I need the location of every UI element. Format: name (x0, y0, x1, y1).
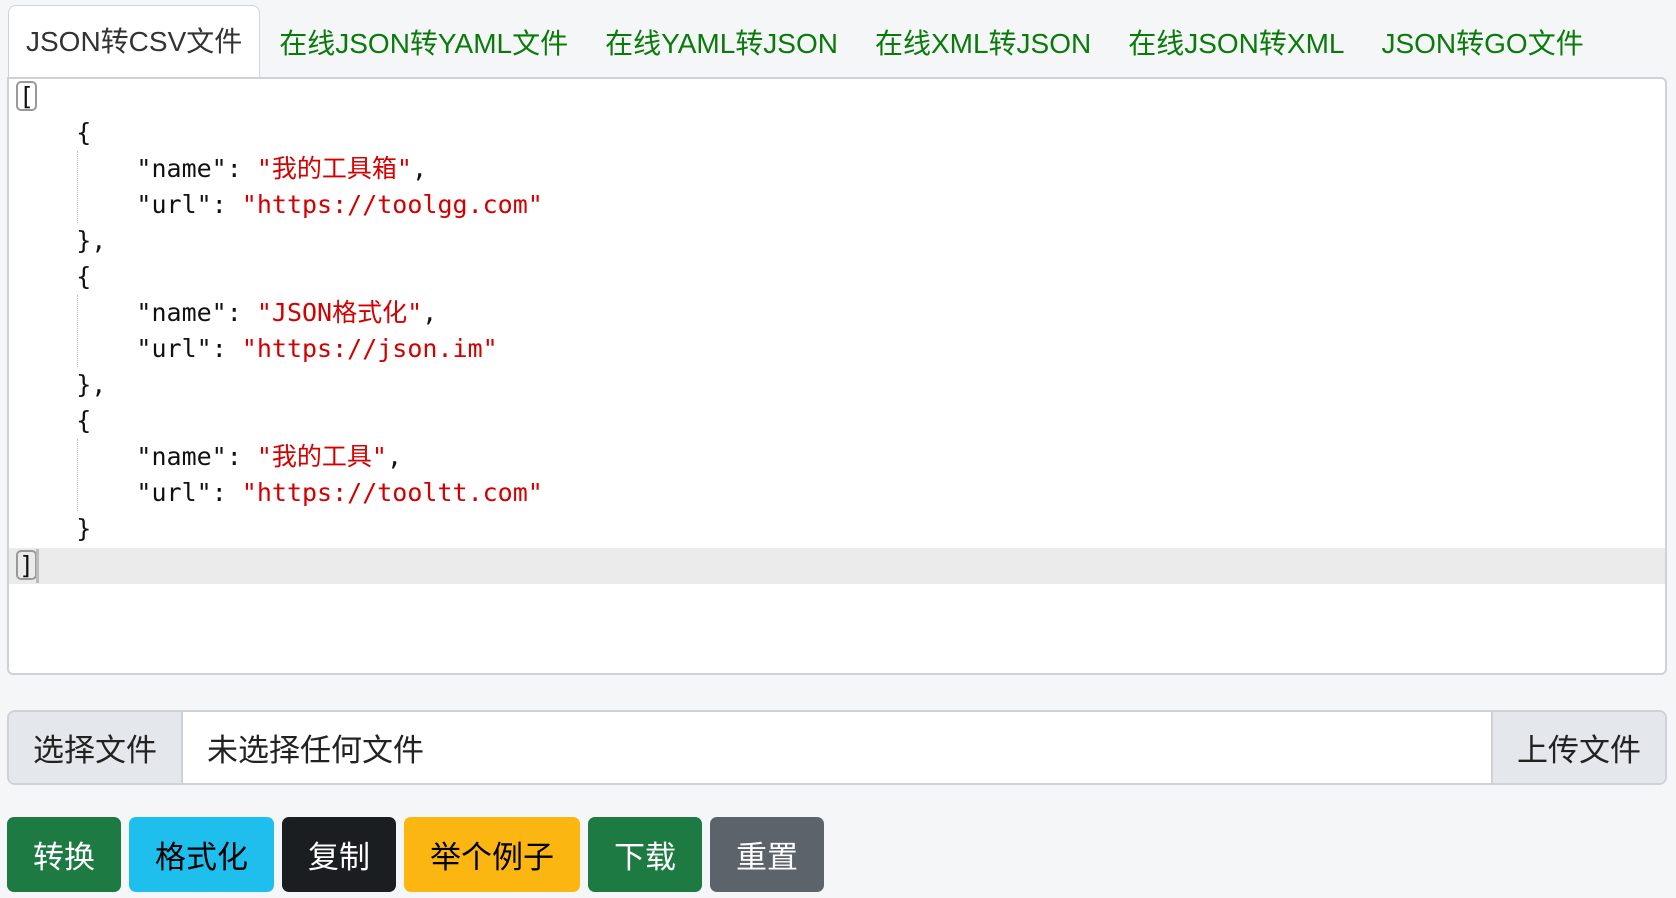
format-button[interactable]: 格式化 (129, 817, 274, 892)
code-line: "url": "https://toolgg.com" (136, 190, 543, 219)
json-string-value: "我的工具箱" (256, 154, 412, 183)
json-key: "name" (136, 154, 227, 183)
tab-label: 在线JSON转YAML文件 (279, 28, 569, 59)
example-button[interactable]: 举个例子 (404, 817, 580, 892)
code-line: "url": "https://json.im" (136, 334, 498, 363)
file-name-display[interactable]: 未选择任何文件 (183, 712, 1491, 783)
choose-file-button[interactable]: 选择文件 (9, 712, 183, 783)
upload-file-button[interactable]: 上传文件 (1491, 712, 1665, 783)
tab-label: JSON转CSV文件 (26, 25, 243, 57)
tab-json-to-xml[interactable]: 在线JSON转XML (1110, 7, 1362, 77)
code-line: }, (16, 370, 107, 399)
tab-json-to-csv[interactable]: JSON转CSV文件 (8, 5, 261, 77)
json-key: "url" (136, 190, 212, 219)
active-line-highlight (9, 548, 1665, 584)
code-line: } (16, 514, 92, 543)
reset-button[interactable]: 重置 (710, 817, 824, 892)
tab-yaml-to-json[interactable]: 在线YAML转JSON (587, 7, 856, 77)
tab-label: 在线XML转JSON (874, 28, 1092, 59)
code-line: ] (16, 548, 38, 584)
code-line: { (16, 118, 92, 147)
action-buttons: 转换 格式化 复制 举个例子 下载 重置 (7, 817, 824, 892)
tab-label: JSON转GO文件 (1381, 28, 1584, 59)
json-key: "name" (136, 298, 227, 327)
code-line: { (16, 406, 92, 435)
code-line: }, (16, 226, 107, 255)
open-bracket: [ (16, 81, 38, 111)
json-editor[interactable]: [ { "name": "我的工具箱", "url": "https://too… (7, 77, 1667, 675)
tab-json-to-go[interactable]: JSON转GO文件 (1363, 7, 1601, 77)
convert-button[interactable]: 转换 (7, 817, 121, 892)
json-string-value: "JSON格式化" (256, 298, 423, 327)
tab-label: 在线YAML转JSON (605, 28, 838, 59)
tab-xml-to-json[interactable]: 在线XML转JSON (857, 7, 1109, 77)
json-key: "name" (136, 442, 227, 471)
code-line: "name": "我的工具箱", (136, 154, 428, 183)
copy-button[interactable]: 复制 (282, 817, 396, 892)
json-string-value: "https://json.im" (241, 334, 498, 363)
code-line: "name": "我的工具", (136, 442, 403, 471)
file-input-group: 选择文件 未选择任何文件 上传文件 (7, 710, 1667, 785)
text-cursor (36, 549, 39, 583)
json-key: "url" (136, 478, 212, 507)
json-string-value: "https://tooltt.com" (241, 478, 543, 507)
json-key: "url" (136, 334, 212, 363)
tab-json-to-yaml[interactable]: 在线JSON转YAML文件 (261, 7, 586, 77)
code-line: "name": "JSON格式化", (136, 298, 438, 327)
json-string-value: "我的工具" (256, 442, 387, 471)
tab-label: 在线JSON转XML (1128, 28, 1345, 59)
code-line: "url": "https://tooltt.com" (136, 478, 543, 507)
tab-bar: JSON转CSV文件 在线JSON转YAML文件 在线YAML转JSON 在线X… (8, 3, 1668, 77)
json-string-value: "https://toolgg.com" (241, 190, 543, 219)
close-bracket: ] (16, 550, 38, 580)
code-line: [ (16, 79, 38, 115)
code-line: { (16, 262, 92, 291)
download-button[interactable]: 下载 (588, 817, 702, 892)
